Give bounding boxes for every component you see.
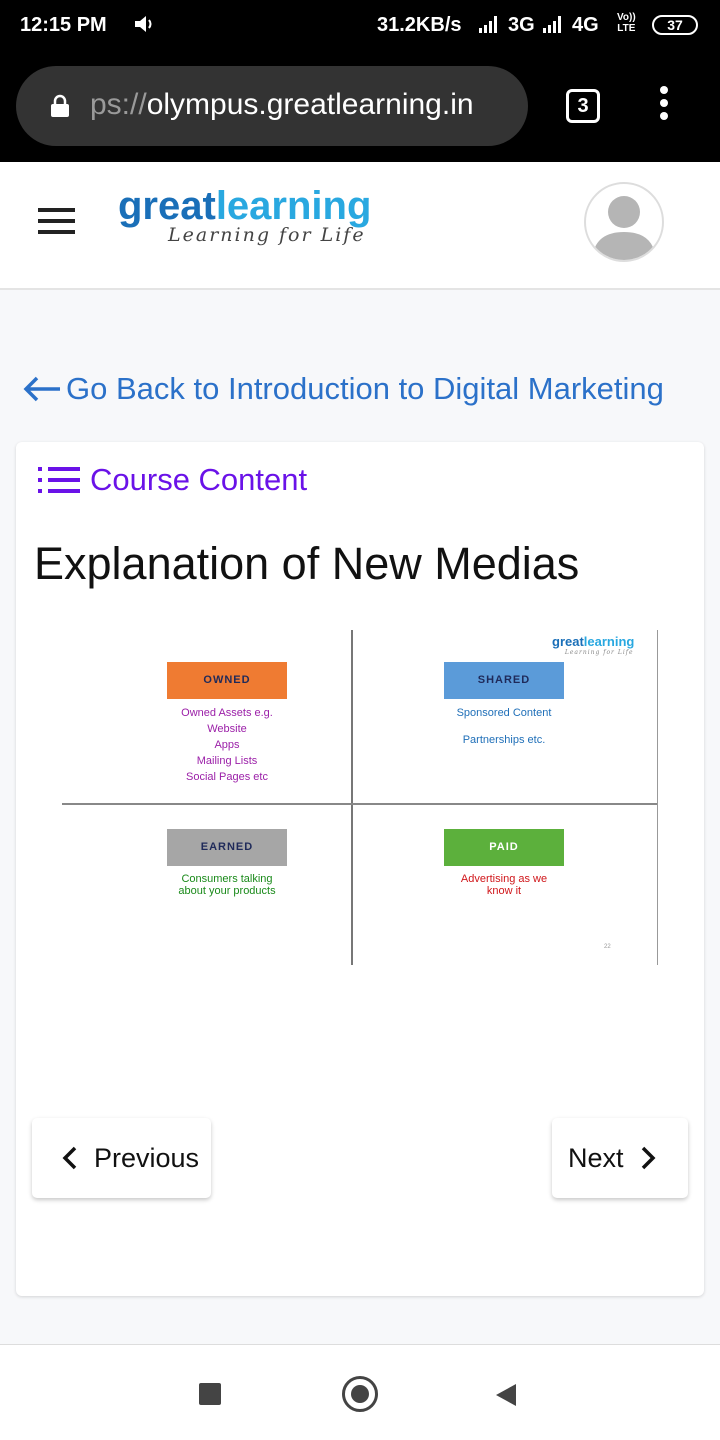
recents-button[interactable] — [199, 1383, 221, 1405]
lock-icon — [51, 94, 69, 117]
slide-horizontal-divider — [62, 803, 658, 805]
logo-tagline: Learning for Life — [168, 224, 366, 246]
slide-logo-tagline: Learning for Life — [564, 649, 634, 656]
slide-vertical-divider — [351, 630, 353, 965]
quadrant-line: Apps — [214, 739, 240, 751]
slide-logo-part1: great — [552, 634, 584, 649]
volte-indicator: Vo)) LTE — [617, 12, 636, 34]
quadrant-text-earned: Consumers talking about your products — [107, 873, 347, 897]
url-text: ps://olympus.greatlearning.in — [90, 88, 474, 122]
signal-icon — [543, 16, 561, 33]
network-speed: 31.2KB/s — [377, 14, 462, 36]
quadrant-label-owned: OWNED — [167, 662, 287, 699]
quadrant-line: know it — [486, 885, 522, 897]
sim2-type: 4G — [572, 14, 599, 36]
quadrant-line: Owned Assets e.g. — [181, 707, 273, 719]
chevron-right-icon — [641, 1146, 656, 1170]
quadrant-spacer — [384, 721, 624, 732]
site-header: greatlearning Learning for Life — [0, 162, 720, 290]
sim1-type: 3G — [508, 14, 535, 36]
quadrant-line: Website — [207, 723, 247, 735]
lesson-slide: greatlearning Learning for Life OWNED Ow… — [62, 630, 662, 966]
slide-logo: greatlearning Learning for Life — [552, 634, 634, 656]
previous-button[interactable]: Previous — [32, 1118, 211, 1198]
quadrant-label-paid: PAID — [444, 829, 564, 866]
slide-page-number: 22 — [604, 944, 611, 950]
quadrant-line: Partnerships etc. — [462, 734, 546, 746]
home-button[interactable] — [342, 1376, 378, 1412]
course-content-label: Course Content — [90, 462, 308, 497]
back-button[interactable] — [494, 1382, 518, 1408]
browser-menu-icon[interactable] — [656, 86, 672, 126]
hamburger-menu-icon[interactable] — [38, 208, 75, 236]
volume-icon — [135, 16, 152, 32]
volte-line1: Vo)) — [617, 12, 636, 23]
quadrant-line: about your products — [178, 885, 276, 897]
lesson-title: Explanation of New Medias — [34, 538, 580, 589]
course-content-link[interactable]: Course Content — [38, 460, 307, 500]
quadrant-text-paid: Advertising as we know it — [384, 873, 624, 897]
android-navigation-bar — [0, 1344, 720, 1440]
quadrant-line: Advertising as we — [460, 873, 548, 885]
logo-word-part1: great — [118, 184, 216, 228]
chevron-left-icon — [62, 1146, 77, 1170]
url-scheme: ps:// — [90, 88, 147, 121]
signal-icon — [479, 16, 497, 33]
quadrant-line: Consumers talking — [181, 873, 273, 885]
lesson-card: Course Content Explanation of New Medias… — [16, 442, 704, 1296]
quadrant-line: Sponsored Content — [456, 707, 552, 719]
quadrant-text-shared: Sponsored Content Partnerships etc. — [384, 705, 624, 748]
logo-word-part2: learning — [215, 184, 372, 228]
browser-toolbar: ps://olympus.greatlearning.in 3 — [0, 52, 720, 162]
address-bar[interactable]: ps://olympus.greatlearning.in — [16, 66, 528, 146]
quadrant-label-earned: EARNED — [167, 829, 287, 866]
user-avatar[interactable] — [584, 182, 664, 262]
next-label: Next — [568, 1142, 624, 1173]
slide-right-edge — [657, 630, 658, 965]
url-host: olympus.greatlearning.in — [146, 88, 474, 121]
quadrant-line: Mailing Lists — [196, 755, 258, 767]
list-icon — [38, 467, 80, 493]
tab-switcher-button[interactable]: 3 — [566, 89, 600, 123]
quadrant-line: Social Pages etc — [186, 771, 268, 783]
volte-line2: LTE — [617, 23, 636, 34]
greatlearning-logo[interactable]: greatlearning Learning for Life — [118, 184, 371, 246]
back-to-module-link[interactable]: Go Back to Introduction to Digital Marke… — [22, 366, 712, 412]
arrow-left-icon — [23, 376, 60, 402]
previous-label: Previous — [94, 1142, 200, 1173]
battery-level: 37 — [667, 17, 683, 33]
quadrant-text-owned: Owned Assets e.g. Website Apps Mailing L… — [107, 705, 347, 785]
next-button[interactable]: Next — [552, 1118, 688, 1198]
user-avatar-icon — [592, 196, 656, 260]
quadrant-label-shared: SHARED — [444, 662, 564, 699]
battery-icon: 37 — [652, 15, 698, 35]
slide-logo-part2: learning — [583, 634, 635, 649]
status-bar: 12:15 PM 31.2KB/s 3G 4G Vo)) LTE 37 — [0, 0, 720, 52]
back-link-label: Go Back to Introduction to Digital Marke… — [66, 371, 664, 406]
status-time: 12:15 PM — [20, 14, 107, 36]
